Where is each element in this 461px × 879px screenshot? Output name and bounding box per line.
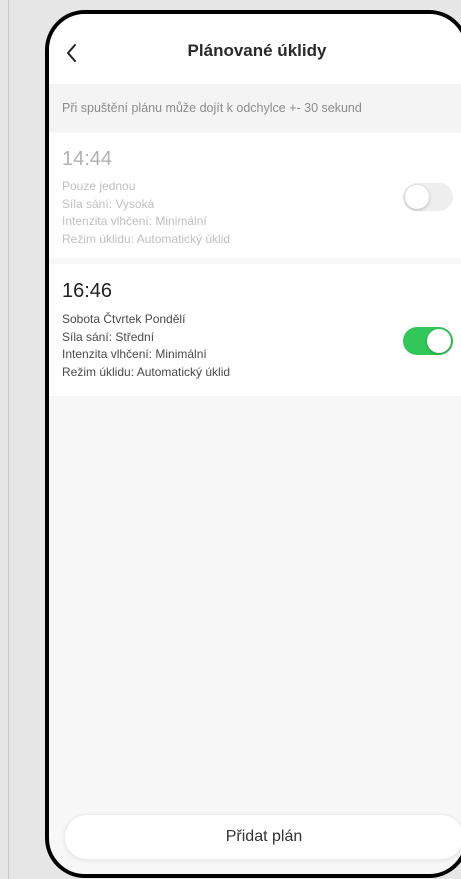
plan-mopping: Intenzita vlhčení: Minimální <box>62 214 207 228</box>
plan-repeat: Sobota Čtvrtek Pondělí <box>62 312 186 326</box>
add-plan-button[interactable]: Přidat plán <box>64 814 461 860</box>
plan-suction: Síla sání: Střední <box>62 329 155 344</box>
plan-repeat: Pouze jednou <box>62 179 136 193</box>
plan-item[interactable]: 16:46 Sobota Čtvrtek Pondělí Síla sání: … <box>49 264 461 396</box>
page-title: Plánované úklidy <box>187 41 327 60</box>
notice-text: Při spuštění plánu může dojít k odchylce… <box>62 101 362 115</box>
plan-time: 14:44 <box>62 148 113 170</box>
plan-item[interactable]: 14:44 Pouze jednou Síla sání: Vysoká Int… <box>49 133 461 258</box>
plan-mode: Režim úklidu: Automatický úklid <box>62 364 231 379</box>
plan-mode: Režim úklidu: Automatický úklid <box>62 231 231 246</box>
plan-details: Sobota Čtvrtek Pondělí Síla sání: Středn… <box>62 311 230 381</box>
plan-time: 16:46 <box>62 280 113 302</box>
plan-suction: Síla sání: Vysoká <box>62 196 155 211</box>
toggle-knob <box>427 329 451 353</box>
plan-toggle[interactable] <box>403 327 453 355</box>
schedule-notice: Při spuštění plánu může dojít k odchylce… <box>49 84 461 132</box>
backdrop-divider <box>8 0 9 879</box>
plan-toggle[interactable] <box>403 183 453 211</box>
phone-frame: Plánované úklidy Při spuštění plánu může… <box>45 10 461 878</box>
plan-details: Pouze jednou Síla sání: Vysoká Intenzita… <box>62 178 230 248</box>
toggle-knob <box>405 185 429 209</box>
header-bar: Plánované úklidy <box>49 14 461 84</box>
plan-mopping: Intenzita vlhčení: Minimální <box>62 347 207 361</box>
